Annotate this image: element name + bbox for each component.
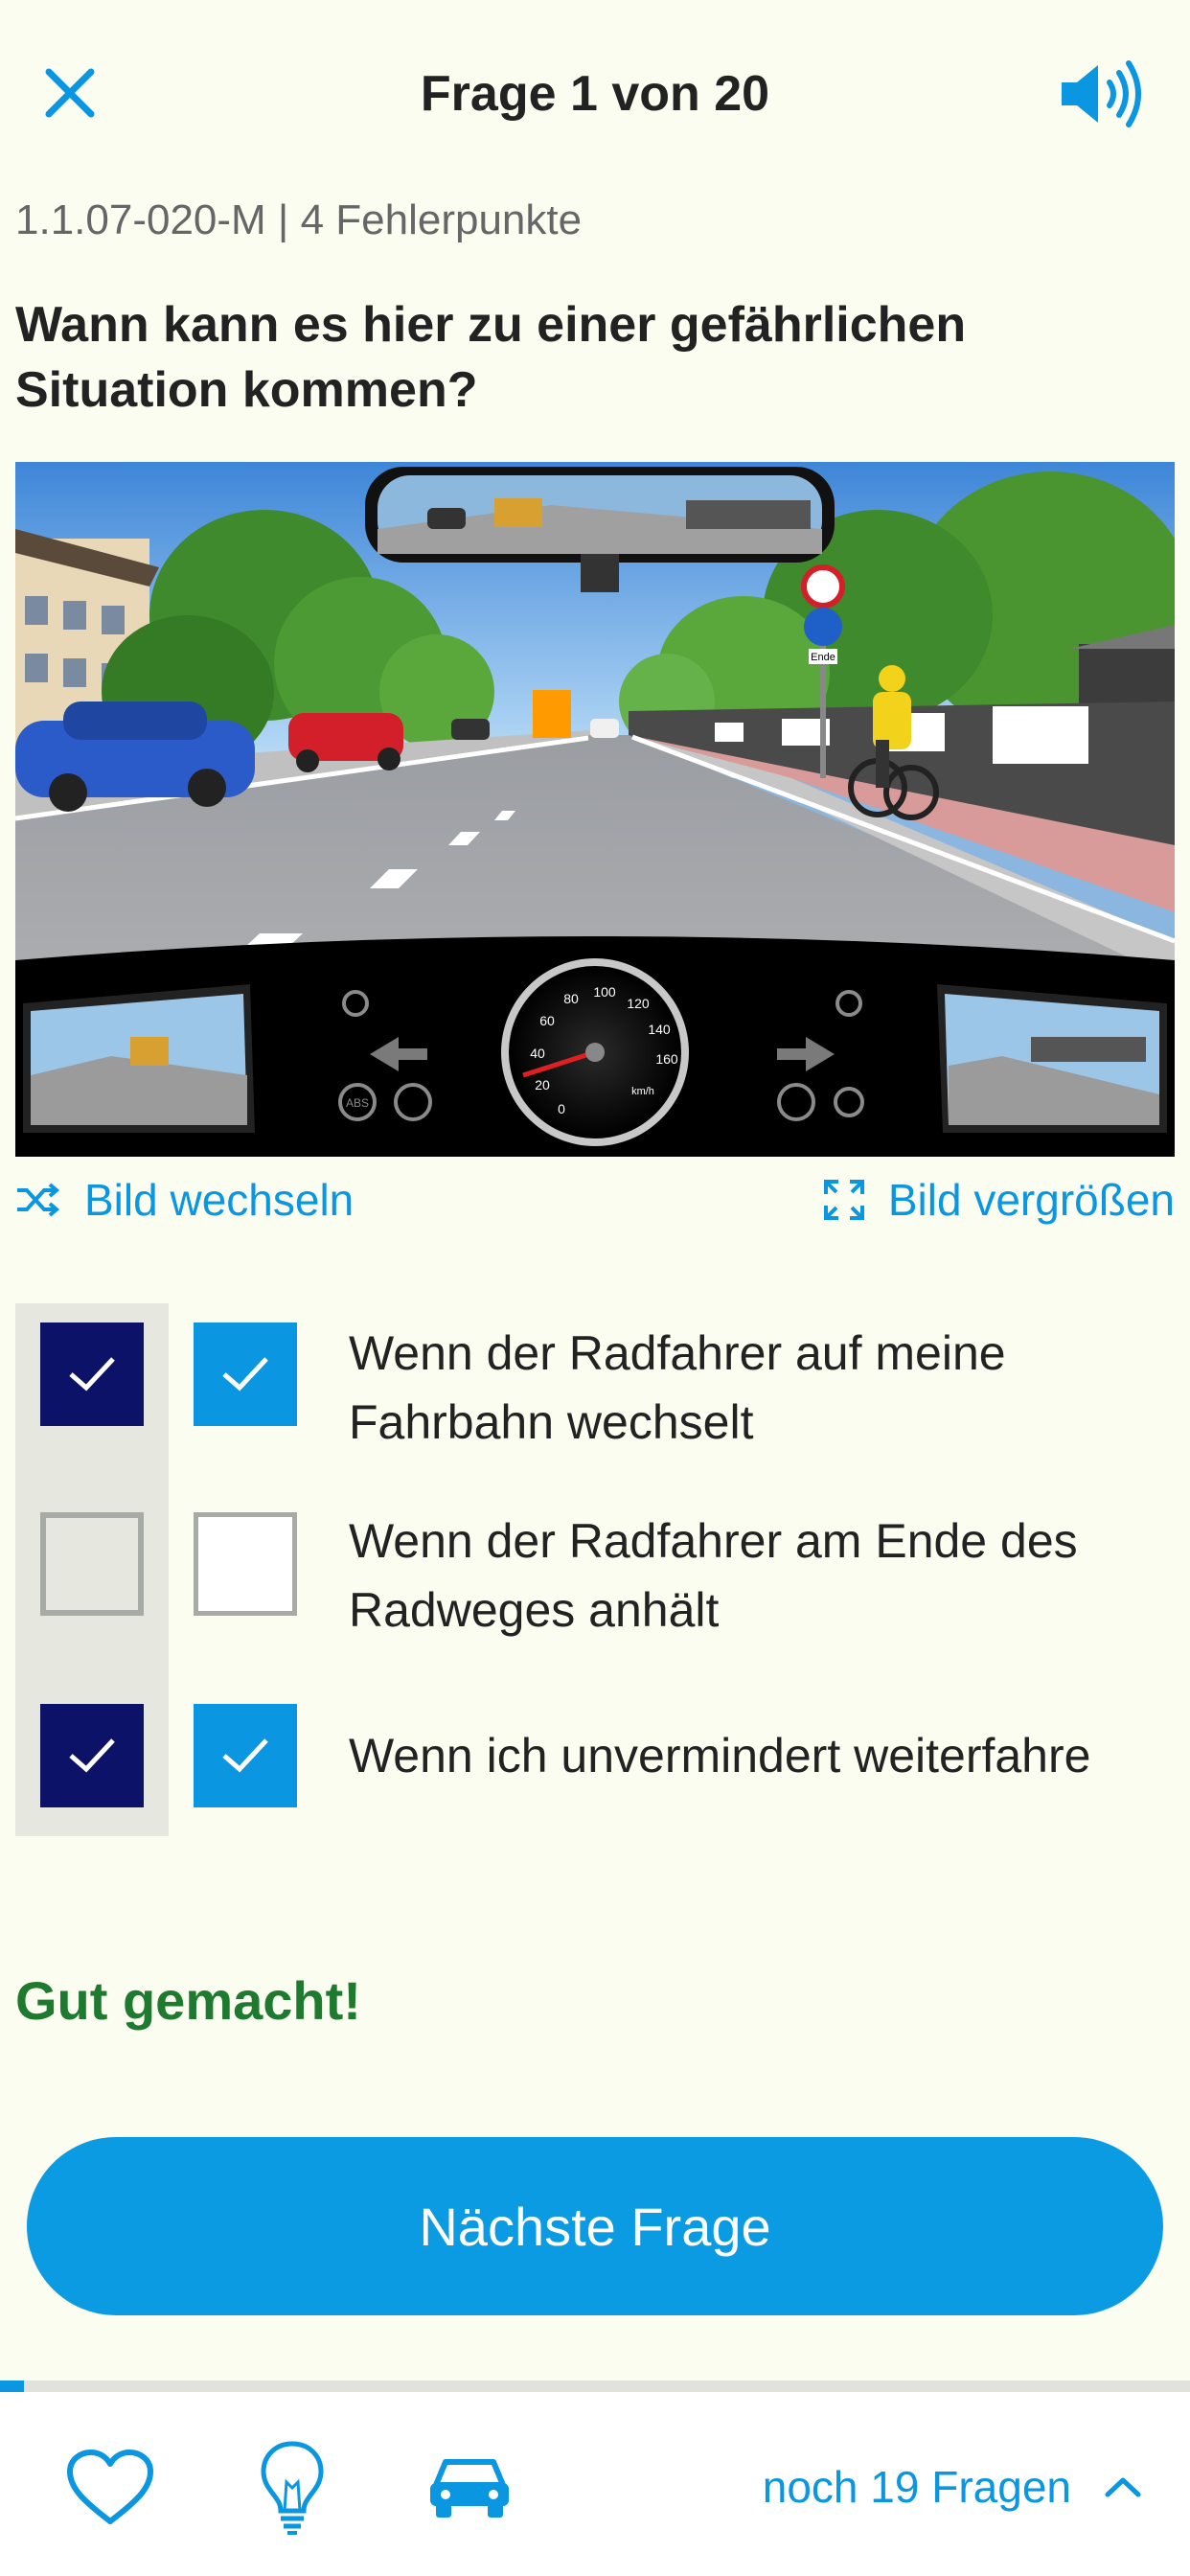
remaining-questions-button[interactable]: noch 19 Fragen	[763, 2461, 1142, 2513]
progress-fill	[0, 2380, 24, 2392]
heart-icon	[67, 2450, 153, 2524]
favorite-button[interactable]	[62, 2440, 158, 2536]
abs-label: ABS	[346, 1096, 369, 1110]
check-icon	[222, 1357, 268, 1392]
answer-checkbox-2[interactable]	[194, 1512, 297, 1616]
answer-text-1: Wenn der Radfahrer auf meine Fahrbahn we…	[349, 1326, 1006, 1449]
page-title: Frage 1 von 20	[420, 66, 770, 122]
header: Frage 1 von 20	[0, 0, 1190, 192]
solution-checkbox-1	[40, 1322, 144, 1426]
solution-checkbox-2	[40, 1512, 144, 1616]
sound-button[interactable]	[1058, 59, 1144, 128]
solution-checkbox-3	[40, 1704, 144, 1807]
question-text: Wann kann es hier zu einer gefährlichen …	[15, 297, 967, 418]
next-question-button[interactable]: Nächste Frage	[27, 2137, 1163, 2315]
speedo-tick-0: 0	[558, 1101, 565, 1116]
enlarge-image-button[interactable]: Bild vergrößen	[823, 1174, 1175, 1226]
question-meta: 1.1.07-020-M | 4 Fehlerpunkte	[15, 196, 583, 243]
feedback-message: Gut gemacht!	[15, 1970, 361, 2031]
speedo-tick-20: 20	[535, 1077, 550, 1092]
answer-text-2: Wenn der Radfahrer am Ende des Radweges …	[349, 1514, 1078, 1637]
speaker-icon	[1062, 60, 1141, 127]
car-icon	[430, 2459, 509, 2518]
chevron-up-icon	[1105, 2477, 1141, 2497]
answer-option-2[interactable]: Wenn der Radfahrer am Ende des Radweges …	[15, 1512, 1175, 1656]
image-actions: Bild wechseln Bild vergrößen	[15, 1174, 1175, 1241]
speedo-tick-100: 100	[593, 984, 616, 1000]
check-icon	[69, 1738, 115, 1773]
speedo-tick-160: 160	[655, 1051, 678, 1067]
speedo-tick-80: 80	[563, 991, 579, 1006]
answer-option-3[interactable]: Wenn ich unvermindert weiterfahre	[15, 1704, 1175, 1819]
check-icon	[222, 1738, 268, 1773]
answer-option-1[interactable]: Wenn der Radfahrer auf meine Fahrbahn we…	[15, 1322, 1175, 1466]
lightbulb-icon	[261, 2441, 324, 2535]
vehicle-button[interactable]	[422, 2440, 517, 2536]
question-image[interactable]: Ende 0 20 40 60 80 100 120 140 160 km/h …	[15, 462, 1175, 1157]
answer-checkbox-1[interactable]	[194, 1322, 297, 1426]
speedo-tick-60: 60	[539, 1013, 555, 1028]
answer-checkbox-3[interactable]	[194, 1704, 297, 1807]
speedo-unit: km/h	[631, 1086, 654, 1097]
speedo-tick-120: 120	[627, 996, 650, 1011]
speedo-tick-140: 140	[648, 1022, 671, 1037]
progress-bar	[0, 2380, 1190, 2392]
hint-button[interactable]	[244, 2440, 340, 2536]
driving-scene-image: Ende 0 20 40 60 80 100 120 140 160 km/h …	[15, 462, 1175, 1157]
check-icon	[69, 1357, 115, 1392]
enlarge-image-label: Bild vergrößen	[887, 1175, 1175, 1225]
speedo-tick-40: 40	[530, 1046, 545, 1061]
answer-text-3: Wenn ich unvermindert weiterfahre	[349, 1729, 1091, 1782]
remaining-questions-label: noch 19 Fragen	[762, 2462, 1071, 2512]
bottom-toolbar: noch 19 Fragen	[0, 2392, 1190, 2576]
expand-icon	[823, 1180, 864, 1220]
sign-end-label: Ende	[811, 652, 835, 663]
change-image-button[interactable]: Bild wechseln	[15, 1174, 354, 1226]
shuffle-icon	[17, 1183, 60, 1217]
change-image-label: Bild wechseln	[84, 1175, 355, 1225]
